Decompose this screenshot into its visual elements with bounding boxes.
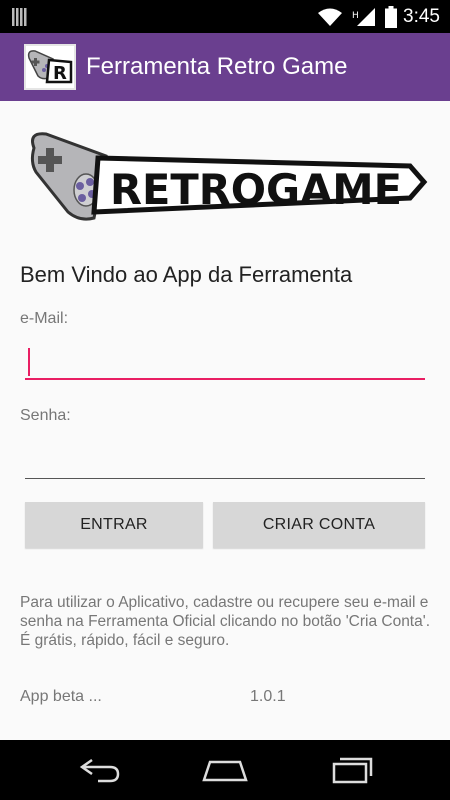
beta-label: App beta ... (20, 688, 102, 705)
welcome-heading: Bem Vindo ao App da Ferramenta (20, 262, 353, 287)
status-icons: H 3:45 (309, 0, 450, 33)
svg-text:H: H (352, 11, 359, 21)
signal-icon: H (352, 7, 376, 26)
svg-text:R: R (53, 63, 67, 84)
app-title: Ferramenta Retro Game (86, 53, 348, 80)
status-time: 3:45 (403, 5, 440, 27)
logo-text: RETROGAME (110, 165, 402, 214)
email-label: e-Mail: (20, 310, 69, 327)
wifi-icon (318, 8, 343, 26)
text-cursor (28, 348, 30, 376)
retrogame-logo: RETROGAME (24, 128, 428, 224)
create-account-button[interactable]: CRIAR CONTA (213, 502, 425, 548)
back-icon[interactable] (78, 754, 122, 789)
notification-bars-icon (12, 8, 30, 31)
email-field[interactable] (25, 344, 425, 380)
password-field[interactable] (25, 443, 425, 479)
version-text: 1.0.1 (250, 688, 286, 705)
password-label: Senha: (20, 407, 71, 424)
app-bar: R Ferramenta Retro Game (0, 33, 450, 101)
home-icon[interactable] (200, 754, 250, 789)
navigation-bar (0, 740, 450, 800)
status-bar: H 3:45 (0, 0, 450, 33)
battery-icon (385, 5, 398, 28)
recents-icon[interactable] (330, 754, 374, 789)
info-text: Para utilizar o Aplicativo, cadastre ou … (20, 594, 431, 649)
app-logo-icon: R (24, 44, 76, 90)
screen: H 3:45 R Ferramenta Retro Game RETROGAME… (0, 0, 450, 800)
enter-button[interactable]: ENTRAR (25, 502, 203, 548)
